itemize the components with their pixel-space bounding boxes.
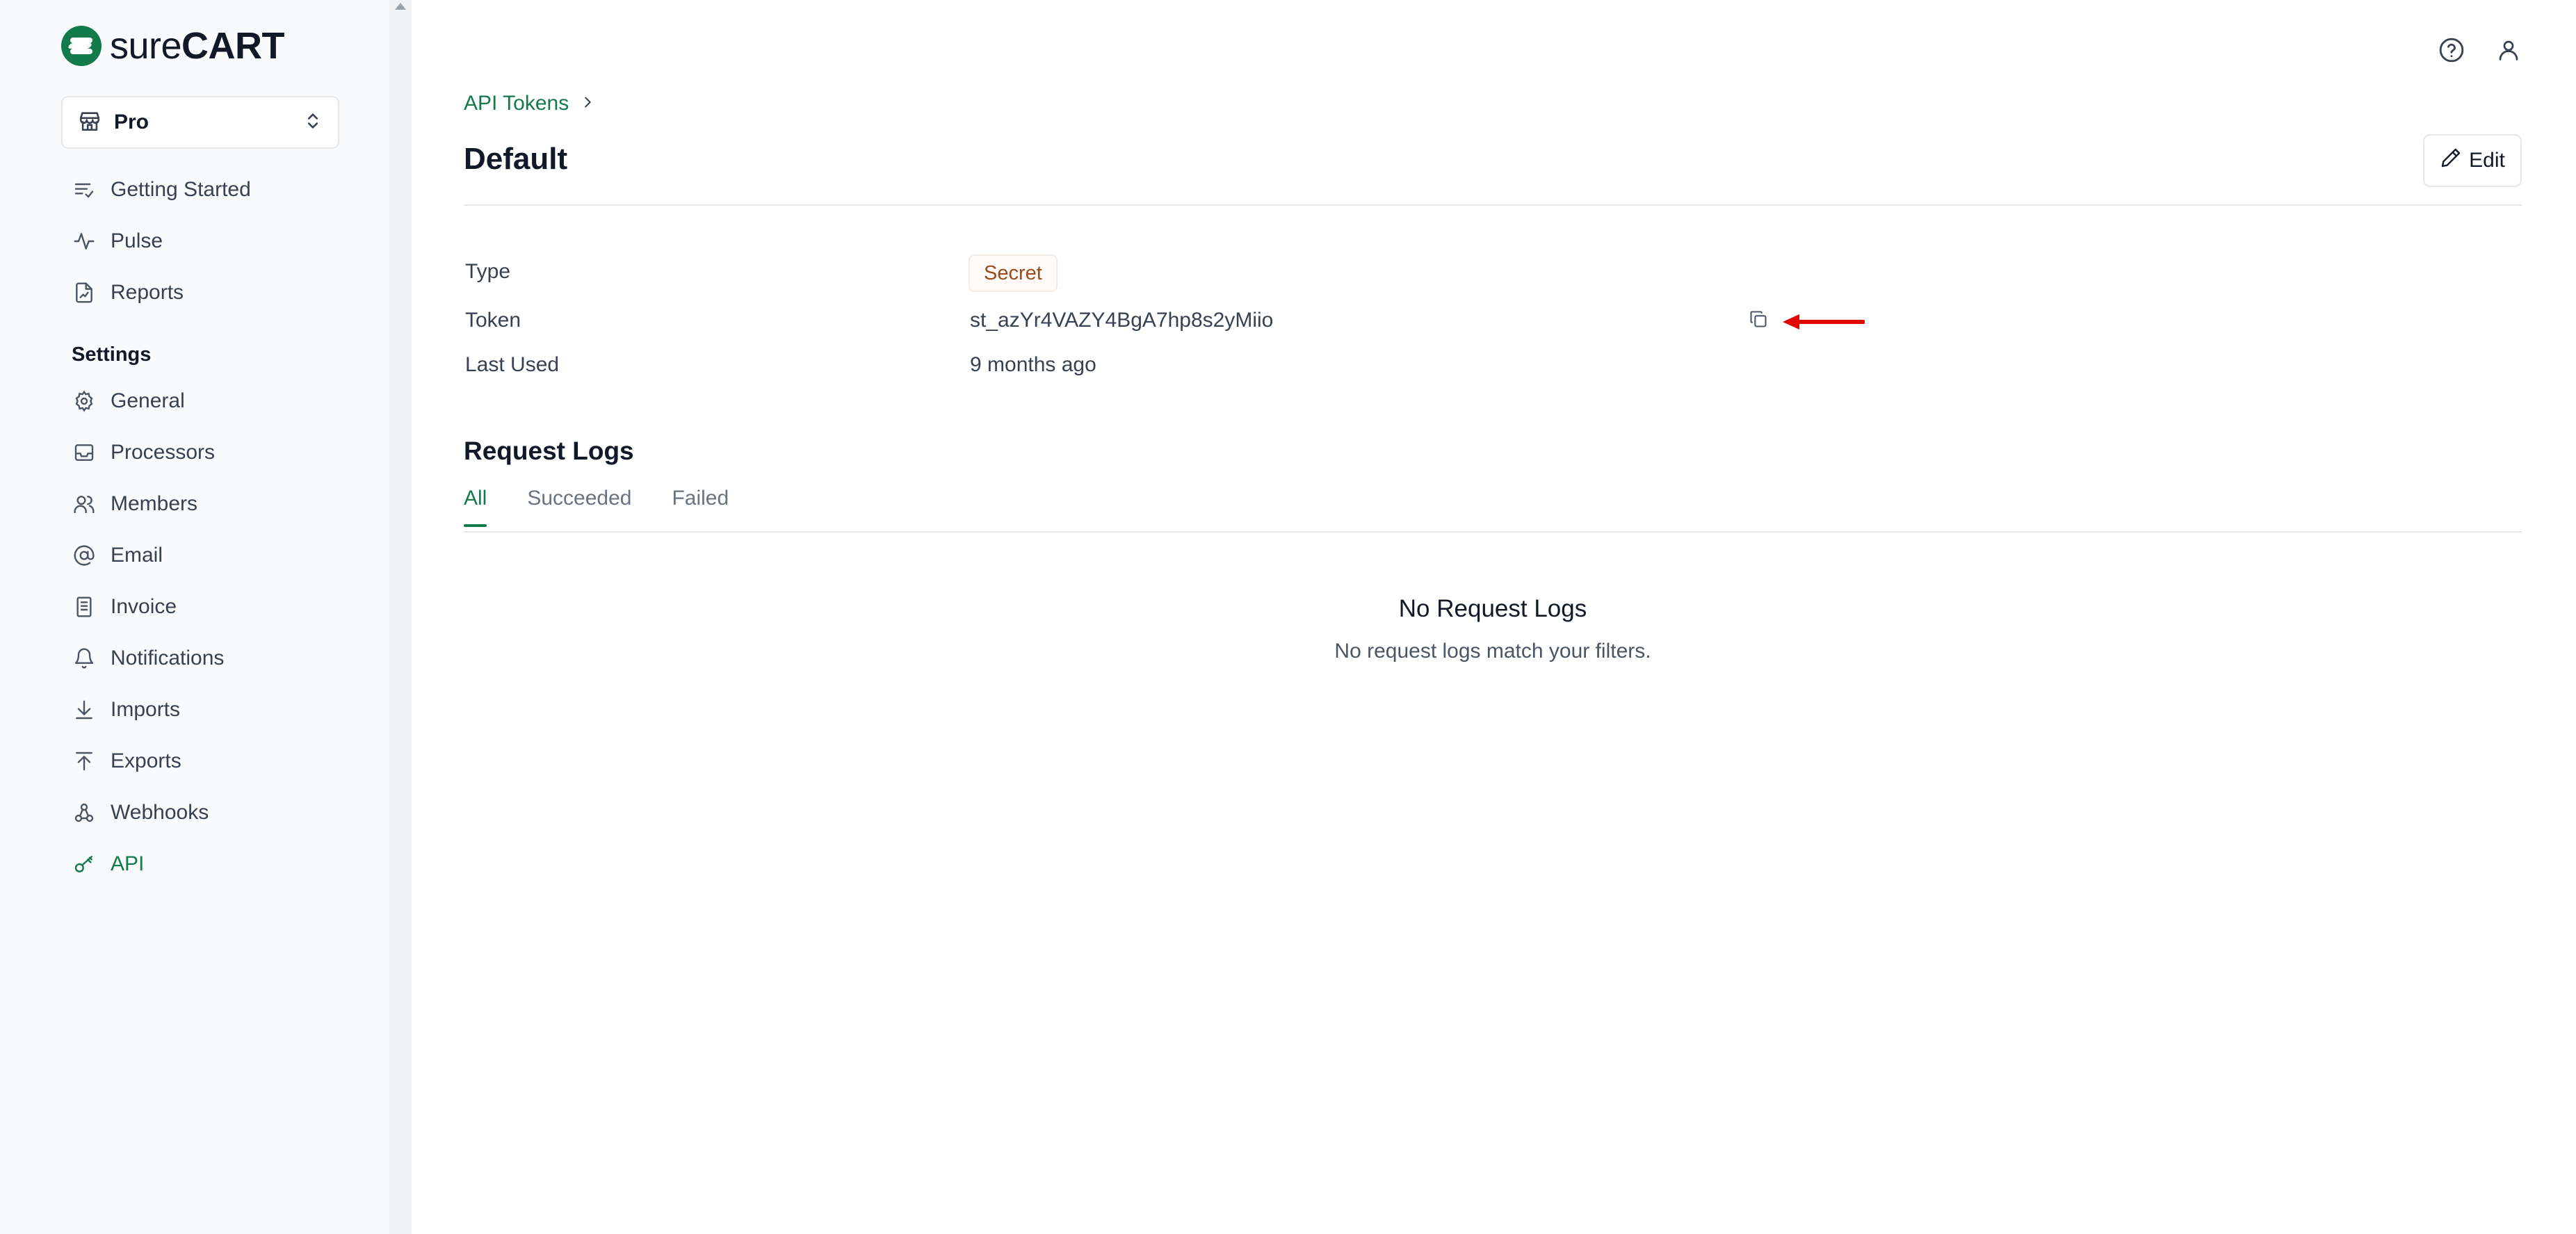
page-title: Default	[464, 142, 568, 176]
activity-icon	[72, 229, 97, 254]
users-icon	[72, 492, 97, 517]
webhook-icon	[72, 800, 97, 825]
sidebar-nav-main: Getting Started Pulse Reports	[61, 164, 367, 318]
sidebar-item-notifications[interactable]: Notifications	[61, 633, 367, 684]
sidebar-item-label: Webhooks	[111, 801, 209, 824]
settings-heading: Settings	[72, 343, 152, 366]
sidebar-item-processors[interactable]: Processors	[61, 427, 367, 478]
tab-succeeded[interactable]: Succeeded	[527, 487, 631, 527]
edit-button[interactable]: Edit	[2423, 134, 2522, 187]
sidebar-item-general[interactable]: General	[61, 375, 367, 427]
breadcrumb-api-tokens-link[interactable]: API Tokens	[464, 92, 569, 115]
brand-name: sureCART	[110, 25, 285, 67]
sidebar: sureCART Pro Getting Started Pulse Repor…	[0, 0, 389, 1234]
surecart-logo[interactable]: sureCART	[61, 25, 285, 67]
sidebar-item-label: Exports	[111, 749, 181, 772]
edit-button-label: Edit	[2469, 149, 2505, 172]
token-value[interactable]: st_azYr4VAZY4BgA7hp8s2yMiio	[970, 309, 1273, 332]
token-type-badge: Secret	[969, 254, 1058, 292]
store-icon	[78, 109, 102, 136]
store-mode-select[interactable]: Pro	[61, 96, 339, 149]
sidebar-item-reports[interactable]: Reports	[61, 267, 367, 318]
sidebar-item-getting-started[interactable]: Getting Started	[61, 164, 367, 216]
document-icon	[72, 594, 97, 619]
last-used-value: 9 months ago	[970, 353, 1096, 376]
chevron-up-down-icon	[303, 110, 323, 136]
request-logs-title: Request Logs	[464, 437, 634, 465]
at-icon	[72, 543, 97, 568]
header-divider	[464, 204, 2522, 206]
surecart-logo-icon	[61, 26, 102, 66]
sidebar-item-email[interactable]: Email	[61, 530, 367, 581]
sidebar-item-pulse[interactable]: Pulse	[61, 216, 367, 267]
tab-failed[interactable]: Failed	[672, 487, 729, 527]
sidebar-item-label: Reports	[111, 281, 184, 304]
key-icon	[72, 852, 97, 877]
sidebar-item-invoice[interactable]: Invoice	[61, 581, 367, 633]
store-mode-label: Pro	[114, 111, 149, 133]
sidebar-item-label: Getting Started	[111, 178, 251, 201]
request-logs-tabs: All Succeeded Failed	[464, 487, 729, 527]
tab-all[interactable]: All	[464, 487, 487, 527]
sidebar-scrollbar[interactable]	[389, 0, 412, 1234]
type-label: Type	[465, 260, 511, 283]
sidebar-item-label: API	[111, 852, 145, 875]
sidebar-item-label: Members	[111, 492, 198, 515]
bell-icon	[72, 646, 97, 671]
tabs-divider	[464, 531, 2522, 533]
breadcrumb: API Tokens	[464, 92, 595, 115]
chart-file-icon	[72, 280, 97, 305]
token-label: Token	[465, 309, 521, 332]
empty-state-title: No Request Logs	[1398, 595, 1587, 622]
upload-icon	[72, 749, 97, 774]
sidebar-item-imports[interactable]: Imports	[61, 684, 367, 736]
inbox-icon	[72, 440, 97, 465]
sidebar-item-label: Notifications	[111, 647, 225, 669]
help-icon[interactable]	[2436, 35, 2467, 65]
download-icon	[72, 697, 97, 722]
user-icon[interactable]	[2493, 35, 2524, 65]
sidebar-item-webhooks[interactable]: Webhooks	[61, 787, 367, 838]
sidebar-item-label: Processors	[111, 441, 216, 464]
sidebar-item-members[interactable]: Members	[61, 478, 367, 530]
list-check-icon	[72, 177, 97, 202]
chevron-right-icon	[569, 93, 595, 115]
sidebar-nav-settings: Settings General Processors Members Emai…	[61, 334, 367, 890]
sidebar-item-api[interactable]: API	[61, 838, 367, 890]
annotation-arrow-icon	[1781, 311, 1865, 336]
sidebar-item-exports[interactable]: Exports	[61, 736, 367, 787]
scroll-up-arrow-icon[interactable]	[395, 3, 406, 10]
empty-state-subtitle: No request logs match your filters.	[1334, 640, 1651, 663]
sidebar-item-label: Invoice	[111, 595, 177, 618]
last-used-label: Last Used	[465, 353, 560, 376]
copy-icon[interactable]	[1747, 307, 1770, 331]
sidebar-item-label: Imports	[111, 698, 181, 721]
sidebar-item-label: General	[111, 389, 185, 412]
gear-icon	[72, 389, 97, 414]
pencil-icon	[2440, 147, 2462, 174]
sidebar-item-label: Pulse	[111, 229, 163, 252]
sidebar-item-label: Email	[111, 544, 163, 567]
